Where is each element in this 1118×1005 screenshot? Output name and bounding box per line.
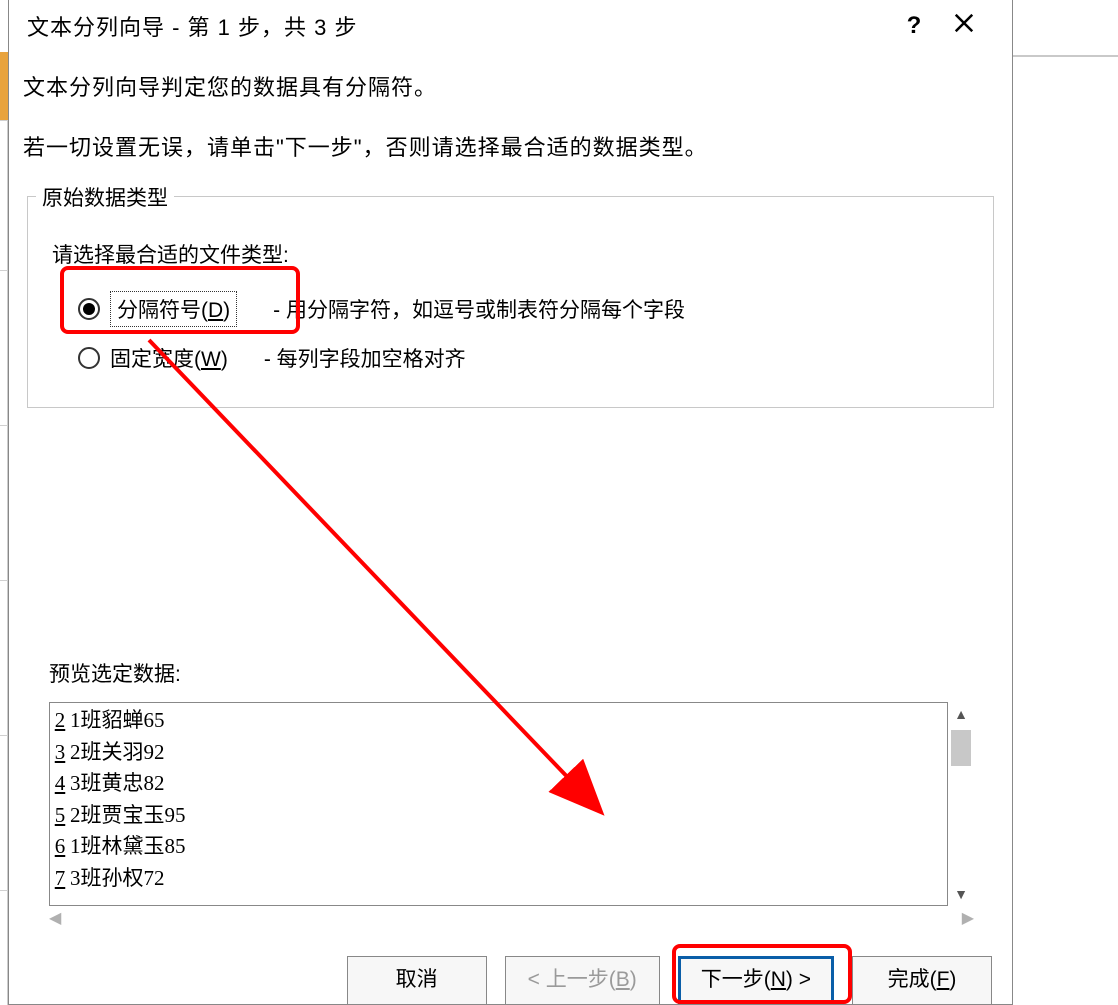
horizontal-scrollbar[interactable]: ◀ ▶ [49, 908, 974, 928]
scroll-right-icon[interactable]: ▶ [962, 908, 974, 928]
label-accel: D [208, 299, 223, 322]
line-text: 1班貂蝉65 [70, 705, 165, 737]
btn-part: ) [630, 968, 637, 991]
radio-fixed-width-row[interactable]: 固定宽度(W) - 每列字段加空格对齐 [78, 343, 977, 373]
grid-line [0, 270, 8, 271]
label-part: 固定宽度( [110, 348, 201, 371]
scroll-down-icon[interactable]: ▼ [954, 886, 968, 902]
line-text: 3班孙权72 [70, 863, 165, 895]
radio-icon [78, 347, 100, 369]
preview-area: 21班貂蝉65 32班关羽92 43班黄忠82 52班贾宝玉95 61班林黛玉8… [49, 702, 974, 906]
line-number: 3 [52, 737, 68, 769]
intro-text-1: 文本分列向导判定您的数据具有分隔符。 [23, 70, 998, 102]
list-item: 43班黄忠82 [52, 768, 945, 800]
finish-button[interactable]: 完成(F) [852, 956, 992, 1004]
original-data-type-group: 原始数据类型 请选择最合适的文件类型: 分隔符号(D) - 用分隔字符，如逗号或… [27, 196, 994, 408]
btn-accel: N [771, 968, 786, 991]
ribbon-separator [1013, 55, 1118, 57]
label-part: ) [223, 299, 230, 322]
background-area [1013, 0, 1118, 1005]
help-button[interactable]: ? [894, 12, 934, 40]
line-text: 3班黄忠82 [70, 768, 165, 800]
line-text: 2班贾宝玉95 [70, 800, 186, 832]
list-item: 32班关羽92 [52, 737, 945, 769]
btn-part: 下一步( [701, 968, 771, 991]
line-number: 5 [52, 800, 68, 832]
list-item: 73班孙权72 [52, 863, 945, 895]
list-item: 21班貂蝉65 [52, 705, 945, 737]
radio-fixed-width-label: 固定宽度(W) [110, 343, 228, 373]
dash: - [273, 299, 286, 322]
grid-line [0, 120, 8, 121]
grid-line [0, 580, 8, 581]
group-subtitle: 请选择最合适的文件类型: [52, 239, 977, 269]
line-text: 1班林黛玉85 [70, 831, 186, 863]
desc-text: 每列字段加空格对齐 [277, 348, 466, 371]
sheet-selected-cell-edge [0, 52, 8, 121]
btn-part: 完成( [888, 968, 937, 991]
scroll-thumb[interactable] [951, 730, 971, 766]
btn-accel: F [937, 968, 950, 991]
label-accel: W [201, 348, 221, 371]
line-number: 4 [52, 768, 68, 800]
btn-part: ) > [786, 968, 811, 991]
list-item: 61班林黛玉85 [52, 831, 945, 863]
line-number: 2 [52, 705, 68, 737]
desc-text: 用分隔字符，如逗号或制表符分隔每个字段 [286, 299, 685, 322]
grid-line [0, 890, 8, 891]
label-part: ) [221, 348, 228, 371]
titlebar: 文本分列向导 - 第 1 步，共 3 步 ? [9, 0, 1012, 52]
btn-part: < 上一步( [528, 968, 616, 991]
label-part: 分隔符号( [117, 299, 208, 322]
line-text: 2班关羽92 [70, 737, 165, 769]
cancel-button[interactable]: 取消 [347, 956, 487, 1004]
scroll-up-icon[interactable]: ▲ [954, 706, 968, 722]
line-number: 6 [52, 831, 68, 863]
vertical-scrollbar[interactable]: ▲ ▼ [948, 702, 974, 906]
dialog-title: 文本分列向导 - 第 1 步，共 3 步 [27, 10, 894, 42]
btn-part: ) [949, 968, 956, 991]
radio-icon [78, 298, 100, 320]
close-button[interactable] [934, 12, 994, 40]
list-item: 52班贾宝玉95 [52, 800, 945, 832]
radio-delimited-label: 分隔符号(D) [110, 291, 237, 327]
back-button[interactable]: < 上一步(B) [505, 956, 660, 1004]
intro-text-2: 若一切设置无误，请单击"下一步"，否则请选择最合适的数据类型。 [23, 130, 998, 162]
grid-line [0, 735, 8, 736]
line-number: 7 [52, 863, 68, 895]
dialog-button-row: 取消 < 上一步(B) 下一步(N) > 完成(F) [9, 956, 1012, 1004]
radio-checked-dot [83, 303, 95, 315]
btn-accel: B [616, 968, 630, 991]
next-button[interactable]: 下一步(N) > [678, 956, 834, 1004]
radio-fixed-width-desc: - 每列字段加空格对齐 [264, 343, 466, 373]
dash: - [264, 348, 277, 371]
text-to-columns-wizard-dialog: 文本分列向导 - 第 1 步，共 3 步 ? 文本分列向导判定您的数据具有分隔符… [8, 0, 1013, 1005]
sheet-gutter [0, 52, 8, 1005]
radio-delimited-row[interactable]: 分隔符号(D) - 用分隔字符，如逗号或制表符分隔每个字段 [78, 291, 977, 327]
dialog-content: 文本分列向导判定您的数据具有分隔符。 若一切设置无误，请单击"下一步"，否则请选… [9, 52, 1012, 928]
radio-delimited-desc: - 用分隔字符，如逗号或制表符分隔每个字段 [273, 294, 685, 324]
close-icon [953, 12, 975, 34]
group-legend: 原始数据类型 [36, 182, 174, 212]
scroll-left-icon[interactable]: ◀ [49, 908, 61, 928]
grid-line [0, 425, 8, 426]
preview-label: 预览选定数据: [49, 658, 998, 688]
preview-box: 21班貂蝉65 32班关羽92 43班黄忠82 52班贾宝玉95 61班林黛玉8… [49, 702, 948, 906]
